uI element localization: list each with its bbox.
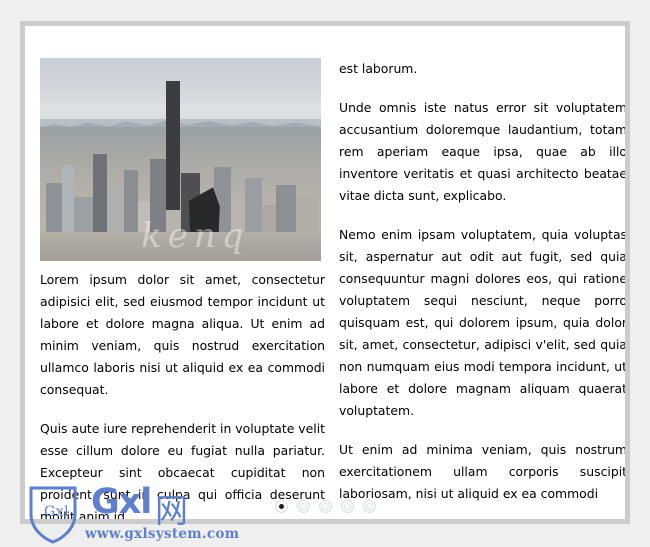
pagination-dot-1[interactable] <box>274 500 288 513</box>
right-paragraph-3: Nemo enim ipsam voluptatem, quia volupta… <box>339 227 625 418</box>
skyline-photo: kenq <box>40 58 321 261</box>
pagination-dot-2[interactable] <box>296 500 310 513</box>
right-column: est laborum. Unde omnis iste natus error… <box>339 26 625 519</box>
pagination-dot-3[interactable] <box>318 500 332 513</box>
pagination-dots[interactable] <box>25 500 625 513</box>
watermark-url: www.gxlsystem.com <box>85 526 240 542</box>
left-column: kenq Lorem ipsum dolor sit amet, consect… <box>40 26 325 519</box>
pagination-dot-4[interactable] <box>340 500 354 513</box>
right-paragraph-1: est laborum. <box>339 61 418 76</box>
slide-viewer-panel: kenq Lorem ipsum dolor sit amet, consect… <box>20 21 630 524</box>
slide-viewer-inner: kenq Lorem ipsum dolor sit amet, consect… <box>25 26 625 519</box>
slide-content: kenq Lorem ipsum dolor sit amet, consect… <box>25 26 625 519</box>
right-paragraph-2: Unde omnis iste natus error sit voluptat… <box>339 100 625 203</box>
right-paragraph-4: Ut enim ad minima veniam, quis nostrum e… <box>339 442 625 501</box>
left-paragraph-1: Lorem ipsum dolor sit amet, consectetur … <box>40 272 325 397</box>
photo-city-region: kenq <box>40 81 321 261</box>
pagination-dot-5[interactable] <box>362 500 376 513</box>
